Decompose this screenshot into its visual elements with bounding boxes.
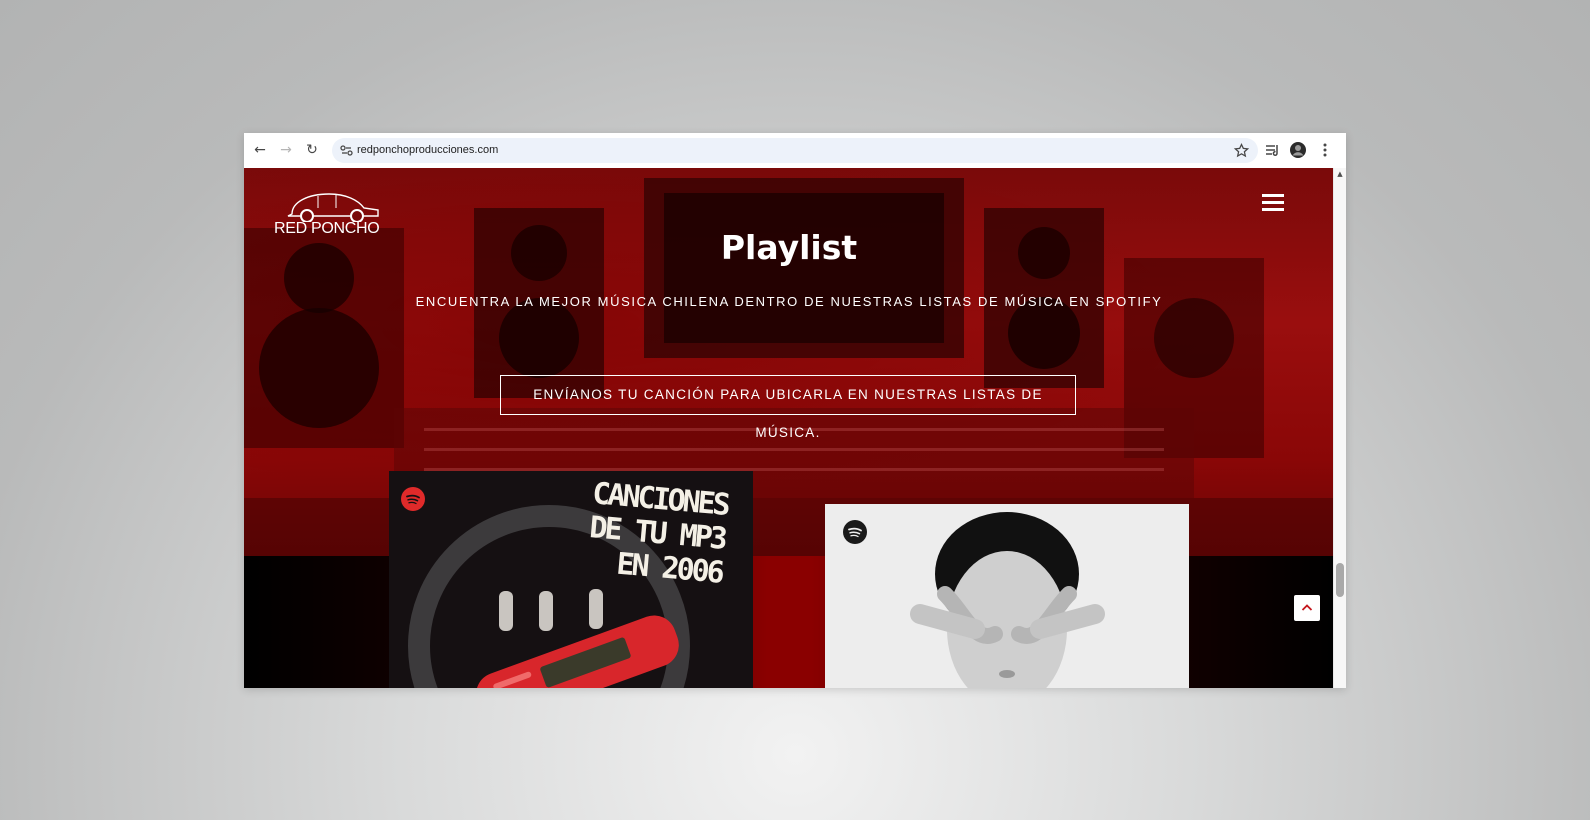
- spotify-icon: [401, 487, 425, 511]
- car-logo-icon: [287, 193, 379, 223]
- playlist-cover-photo: [825, 504, 1189, 688]
- forward-icon: →: [280, 142, 292, 158]
- browser-toolbar: ← → ↻ redponchoproducciones.com: [244, 133, 1346, 169]
- page-title: Playlist: [720, 228, 858, 267]
- page-scrollbar[interactable]: ▲: [1333, 168, 1346, 688]
- playlist-card[interactable]: [825, 504, 1189, 688]
- media-controls-icon[interactable]: [1264, 141, 1282, 159]
- back-button[interactable]: ←: [250, 140, 270, 160]
- scroll-thumb[interactable]: [1336, 563, 1344, 597]
- back-icon: ←: [254, 142, 266, 158]
- playlist-card[interactable]: CANCIONES DE TU MP3 EN 2006: [389, 471, 753, 688]
- address-bar[interactable]: redponchoproducciones.com: [332, 138, 1258, 163]
- forward-button[interactable]: →: [276, 140, 296, 160]
- url-text[interactable]: redponchoproducciones.com: [357, 142, 498, 159]
- profile-avatar-icon[interactable]: [1289, 141, 1307, 159]
- bookmark-star-icon[interactable]: [1233, 142, 1250, 159]
- spotify-icon: [843, 520, 867, 544]
- browser-window: ← → ↻ redponchoproducciones.com RED PONC…: [244, 133, 1346, 688]
- reload-icon: ↻: [306, 142, 318, 158]
- back-to-top-button[interactable]: [1294, 595, 1320, 621]
- playlist-cover-title: CANCIONES DE TU MP3 EN 2006: [546, 474, 729, 590]
- site-info-icon[interactable]: [337, 141, 356, 160]
- submit-song-button[interactable]: ENVÍANOS TU CANCIÓN PARA UBICARLA EN NUE…: [500, 375, 1076, 440]
- chevron-up-icon: [1301, 604, 1313, 611]
- hero-subtitle: ENCUENTRA LA MEJOR MÚSICA CHILENA DENTRO…: [415, 294, 1163, 309]
- reload-button[interactable]: ↻: [302, 140, 322, 160]
- more-menu-icon[interactable]: [1316, 141, 1334, 159]
- page-viewport: RED PONCHO Playlist ENCUENTRA LA MEJOR M…: [244, 168, 1334, 688]
- hamburger-menu-icon[interactable]: [1262, 194, 1284, 212]
- scroll-up-arrow-icon[interactable]: ▲: [1336, 170, 1344, 178]
